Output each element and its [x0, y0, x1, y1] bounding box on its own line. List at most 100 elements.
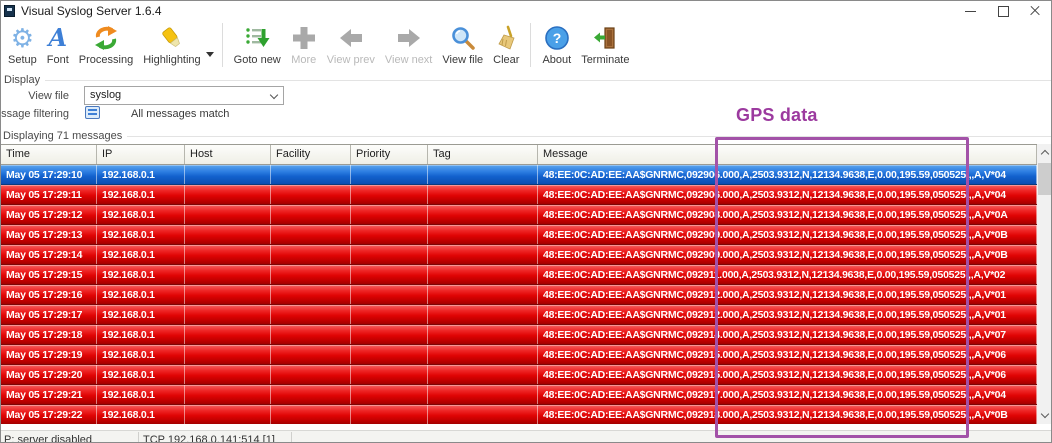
cell-ip: 192.168.0.1 [97, 325, 185, 344]
cell-facility [271, 205, 351, 224]
cell-tag [428, 285, 538, 304]
cell-tag [428, 245, 538, 264]
cell-priority [351, 405, 428, 424]
cell-ip: 192.168.0.1 [97, 165, 185, 184]
view-file-button[interactable]: View file [437, 21, 488, 71]
column-header-tag[interactable]: Tag [428, 145, 538, 164]
close-button[interactable] [1019, 1, 1051, 21]
broom-icon [493, 23, 519, 53]
setup-button[interactable]: ⚙ Setup [3, 21, 42, 71]
exit-door-icon [592, 23, 618, 53]
column-header-message[interactable]: Message [538, 145, 1037, 164]
maximize-button[interactable] [987, 1, 1019, 21]
cell-ip: 192.168.0.1 [97, 245, 185, 264]
table-row[interactable]: May 05 17:29:15192.168.0.148:EE:0C:AD:EE… [1, 265, 1037, 285]
processing-button[interactable]: Processing [74, 21, 138, 71]
scrollbar-thumb[interactable] [1038, 163, 1052, 195]
column-header-time[interactable]: Time [1, 145, 97, 164]
cell-message: 48:EE:0C:AD:EE:AA$GNRMC,092908.000,A,250… [538, 205, 1037, 224]
question-icon: ? [544, 23, 570, 53]
table-row[interactable]: May 05 17:29:12192.168.0.148:EE:0C:AD:EE… [1, 205, 1037, 225]
column-header-ip[interactable]: IP [97, 145, 185, 164]
cell-tag [428, 365, 538, 384]
chevron-down-icon [1040, 410, 1048, 418]
table-row[interactable]: May 05 17:29:14192.168.0.148:EE:0C:AD:EE… [1, 245, 1037, 265]
cell-time: May 05 17:29:16 [1, 285, 97, 304]
table-row[interactable]: May 05 17:29:11192.168.0.148:EE:0C:AD:EE… [1, 185, 1037, 205]
table-row[interactable]: May 05 17:29:20192.168.0.148:EE:0C:AD:EE… [1, 365, 1037, 385]
vertical-scrollbar[interactable] [1037, 144, 1052, 424]
cell-message: 48:EE:0C:AD:EE:AA$GNRMC,092918.000,A,250… [538, 405, 1037, 424]
column-header-facility[interactable]: Facility [271, 145, 351, 164]
cell-facility [271, 245, 351, 264]
cell-ip: 192.168.0.1 [97, 305, 185, 324]
cell-priority [351, 345, 428, 364]
cell-priority [351, 265, 428, 284]
table-row[interactable]: May 05 17:29:10192.168.0.148:EE:0C:AD:EE… [1, 165, 1037, 185]
window-title: Visual Syslog Server 1.6.4 [21, 4, 162, 18]
cell-tag [428, 305, 538, 324]
highlighting-button[interactable]: Highlighting [138, 21, 205, 71]
cell-host [185, 345, 271, 364]
cell-tag [428, 205, 538, 224]
cell-facility [271, 185, 351, 204]
cell-host [185, 165, 271, 184]
column-header-priority[interactable]: Priority [351, 145, 428, 164]
cell-host [185, 225, 271, 244]
minimize-button[interactable] [955, 1, 987, 21]
cell-time: May 05 17:29:17 [1, 305, 97, 324]
cell-host [185, 185, 271, 204]
gps-data-annotation-label: GPS data [736, 105, 896, 126]
grid-header: TimeIPHostFacilityPriorityTagMessage [1, 145, 1037, 165]
cell-facility [271, 285, 351, 304]
font-button[interactable]: A Font [42, 21, 74, 71]
grid-body: May 05 17:29:10192.168.0.148:EE:0C:AD:EE… [1, 165, 1037, 424]
cell-priority [351, 305, 428, 324]
scroll-down-button[interactable] [1037, 407, 1052, 424]
cell-ip: 192.168.0.1 [97, 405, 185, 424]
cell-message: 48:EE:0C:AD:EE:AA$GNRMC,092909.000,A,250… [538, 225, 1037, 244]
chevron-up-icon [1040, 150, 1048, 158]
table-row[interactable]: May 05 17:29:17192.168.0.148:EE:0C:AD:EE… [1, 305, 1037, 325]
messages-group-line [119, 136, 1051, 137]
terminate-button[interactable]: Terminate [576, 21, 634, 71]
cell-priority [351, 285, 428, 304]
goto-new-button[interactable]: Goto new [229, 21, 286, 71]
cell-facility [271, 405, 351, 424]
table-row[interactable]: May 05 17:29:18192.168.0.148:EE:0C:AD:EE… [1, 325, 1037, 345]
font-icon: A [48, 23, 67, 53]
view-file-value: syslog [90, 89, 121, 101]
table-row[interactable]: May 05 17:29:13192.168.0.148:EE:0C:AD:EE… [1, 225, 1037, 245]
filter-icon[interactable] [85, 106, 100, 119]
cell-time: May 05 17:29:15 [1, 265, 97, 284]
message-grid: TimeIPHostFacilityPriorityTagMessage May… [1, 144, 1037, 424]
udp-status-text: P: server disabled [4, 434, 92, 443]
view-prev-button[interactable]: View prev [322, 21, 380, 71]
view-next-button[interactable]: View next [380, 21, 438, 71]
cell-tag [428, 165, 538, 184]
message-filtering-label: Message filtering [0, 108, 69, 120]
scroll-up-button[interactable] [1037, 144, 1052, 161]
highlighting-dropdown-caret[interactable] [206, 52, 214, 57]
about-button[interactable]: ? About [537, 21, 576, 71]
cell-facility [271, 385, 351, 404]
column-header-host[interactable]: Host [185, 145, 271, 164]
table-row[interactable]: May 05 17:29:16192.168.0.148:EE:0C:AD:EE… [1, 285, 1037, 305]
goto-new-icon [244, 23, 270, 53]
cell-ip: 192.168.0.1 [97, 225, 185, 244]
table-row[interactable]: May 05 17:29:22192.168.0.148:EE:0C:AD:EE… [1, 405, 1037, 424]
arrow-left-icon [338, 23, 364, 53]
plus-icon [291, 23, 317, 53]
table-row[interactable]: May 05 17:29:21192.168.0.148:EE:0C:AD:EE… [1, 385, 1037, 405]
more-button[interactable]: More [286, 21, 322, 71]
chevron-down-icon [270, 91, 278, 99]
view-file-select[interactable]: syslog [84, 86, 284, 105]
status-divider [138, 432, 139, 443]
table-row[interactable]: May 05 17:29:19192.168.0.148:EE:0C:AD:EE… [1, 345, 1037, 365]
cell-time: May 05 17:29:21 [1, 385, 97, 404]
cell-facility [271, 305, 351, 324]
cell-ip: 192.168.0.1 [97, 385, 185, 404]
cell-facility [271, 265, 351, 284]
display-group-label: Display [4, 74, 44, 86]
clear-button[interactable]: Clear [488, 21, 524, 71]
